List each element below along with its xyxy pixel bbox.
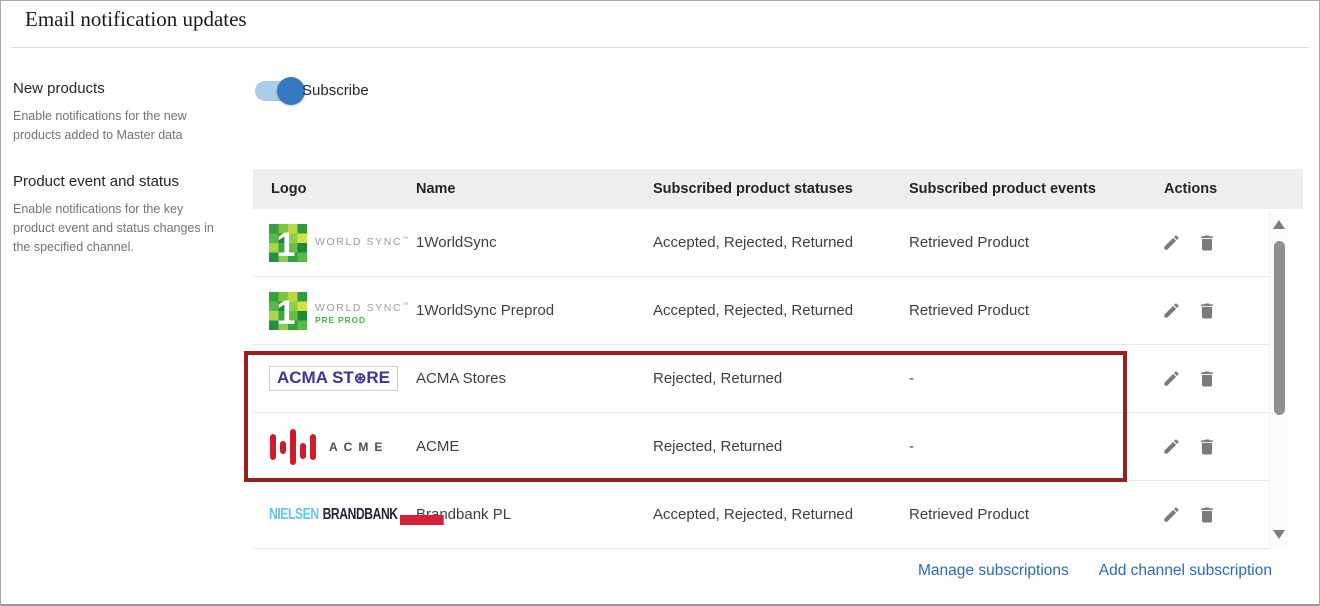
svg-text:1: 1 — [277, 226, 296, 262]
trash-icon — [1197, 301, 1217, 321]
subscribed-events: - — [891, 370, 1146, 387]
edit-button[interactable] — [1162, 233, 1181, 253]
nielsen-brandbank-logo-icon: NIELSEN BRANDBANK — [269, 505, 444, 525]
acme-logo-icon: ACME — [269, 425, 388, 469]
manage-subscriptions-link[interactable]: Manage subscriptions — [918, 562, 1069, 580]
title-divider — [11, 47, 1309, 48]
subscribe-toggle[interactable] — [255, 81, 301, 101]
logo-cell: ACMA ST⊛RE — [253, 366, 398, 391]
logo-cell: ACME — [253, 425, 398, 469]
section-description-new-products: Enable notifications for the new product… — [13, 107, 225, 145]
delete-button[interactable] — [1197, 233, 1217, 253]
add-channel-subscription-link[interactable]: Add channel subscription — [1099, 562, 1272, 580]
channel-name: ACMA Stores — [398, 370, 635, 387]
delete-button[interactable] — [1197, 301, 1217, 321]
actions-cell — [1146, 369, 1267, 389]
acme-bars-icon — [269, 425, 317, 469]
channel-name: 1WorldSync Preprod — [398, 302, 635, 319]
trash-icon — [1197, 437, 1217, 457]
table-row: 1 WORLD SYNC™ 1WorldSync Accepted, Rejec… — [253, 209, 1269, 277]
scroll-up-arrow-icon[interactable] — [1273, 220, 1285, 229]
delete-button[interactable] — [1197, 437, 1217, 457]
column-header-events: Subscribed product events — [891, 181, 1146, 197]
table-row: ACMA ST⊛RE ACMA Stores Rejected, Returne… — [253, 345, 1269, 413]
delete-button[interactable] — [1197, 369, 1217, 389]
1worldsync-logo-icon: 1 WORLD SYNC™ — [269, 224, 408, 262]
scroll-down-arrow-icon[interactable] — [1273, 530, 1285, 539]
column-header-actions: Actions — [1146, 181, 1267, 197]
actions-cell — [1146, 301, 1267, 321]
channel-subscription-table: 1 WORLD SYNC™ 1WorldSync Accepted, Rejec… — [253, 209, 1269, 549]
channel-name: ACME — [398, 438, 635, 455]
pencil-icon — [1162, 437, 1181, 456]
subscribed-statuses: Accepted, Rejected, Returned — [635, 234, 891, 251]
section-heading-new-products: New products — [13, 80, 105, 97]
subscribed-events: - — [891, 438, 1146, 455]
edit-button[interactable] — [1162, 437, 1181, 457]
subscribed-statuses: Accepted, Rejected, Returned — [635, 506, 891, 523]
worldsync-mosaic-icon: 1 — [269, 224, 307, 262]
subscribed-events: Retrieved Product — [891, 234, 1146, 251]
worldsync-preprod-wordmark: WORLD SYNC™ PRE PROD — [315, 302, 408, 325]
acma-store-logo-icon: ACMA ST⊛RE — [269, 366, 398, 391]
table-header: Logo Name Subscribed product statuses Su… — [253, 169, 1303, 209]
pencil-icon — [1162, 369, 1181, 388]
edit-button[interactable] — [1162, 301, 1181, 321]
email-notification-settings-panel: Email notification updates New products … — [0, 0, 1320, 606]
table-row: ACME ACME Rejected, Returned - — [253, 413, 1269, 481]
page-title: Email notification updates — [25, 7, 247, 32]
edit-button[interactable] — [1162, 505, 1181, 525]
trash-icon — [1197, 369, 1217, 389]
subscribed-events: Retrieved Product — [891, 506, 1146, 523]
acme-wordmark: ACME — [329, 440, 388, 454]
subscribed-statuses: Rejected, Returned — [635, 438, 891, 455]
worldsync-wordmark: WORLD SYNC™ — [315, 236, 408, 248]
pencil-icon — [1162, 233, 1181, 252]
subscribed-statuses: Rejected, Returned — [635, 370, 891, 387]
scrollbar-thumb[interactable] — [1274, 241, 1285, 415]
section-heading-product-event-status: Product event and status — [13, 173, 179, 190]
subscribed-events: Retrieved Product — [891, 302, 1146, 319]
table-row: 1 WORLD SYNC™ PRE PROD 1WorldSync Prepro… — [253, 277, 1269, 345]
edit-button[interactable] — [1162, 369, 1181, 389]
column-header-statuses: Subscribed product statuses — [635, 181, 891, 197]
actions-cell — [1146, 233, 1267, 253]
worldsync-mosaic-icon: 1 — [269, 292, 307, 330]
section-description-product-event-status: Enable notifications for the key product… — [13, 200, 225, 257]
svg-text:1: 1 — [277, 294, 296, 330]
logo-cell: 1 WORLD SYNC™ PRE PROD — [253, 292, 398, 330]
pencil-icon — [1162, 301, 1181, 320]
logo-cell: 1 WORLD SYNC™ — [253, 224, 398, 262]
logo-cell: NIELSEN BRANDBANK — [253, 505, 398, 525]
vertical-scrollbar[interactable] — [1269, 211, 1288, 548]
footer-links: Manage subscriptions Add channel subscri… — [918, 562, 1272, 580]
channel-name: 1WorldSync — [398, 234, 635, 251]
pencil-icon — [1162, 505, 1181, 524]
actions-cell — [1146, 437, 1267, 457]
subscribe-toggle-label: Subscribe — [302, 82, 369, 99]
1worldsync-preprod-logo-icon: 1 WORLD SYNC™ PRE PROD — [269, 292, 408, 330]
delete-button[interactable] — [1197, 505, 1217, 525]
column-header-name: Name — [398, 181, 635, 197]
column-header-logo: Logo — [253, 181, 398, 197]
trash-icon — [1197, 233, 1217, 253]
actions-cell — [1146, 505, 1267, 525]
toggle-knob — [277, 77, 305, 105]
brandbank-red-bar — [400, 515, 444, 525]
subscribed-statuses: Accepted, Rejected, Returned — [635, 302, 891, 319]
table-row: NIELSEN BRANDBANK Brandbank PL Accepted,… — [253, 481, 1269, 549]
trash-icon — [1197, 505, 1217, 525]
